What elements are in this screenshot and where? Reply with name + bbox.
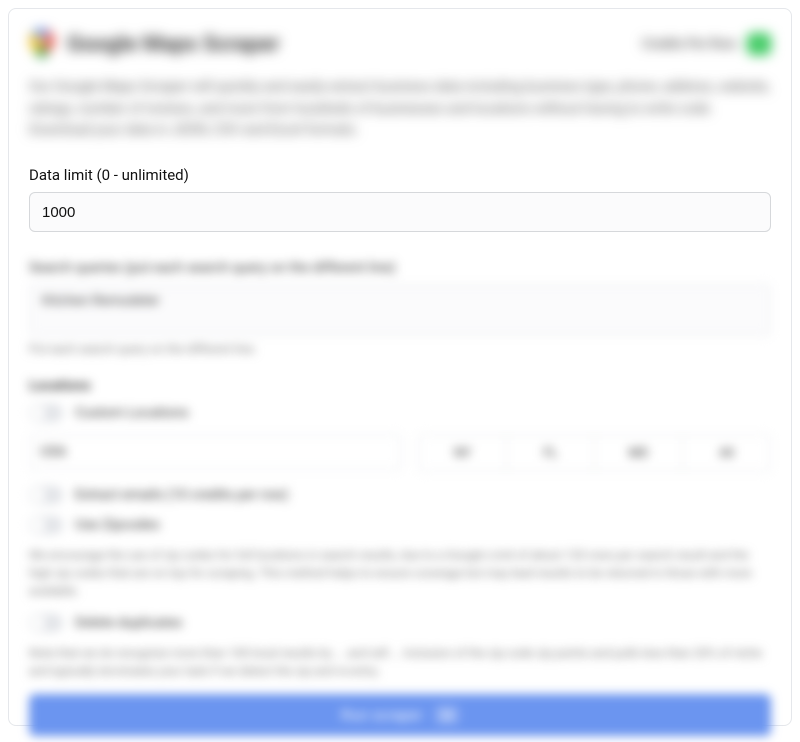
locations-section-label: Locations <box>29 378 771 394</box>
blurred-region: Search queries (put each search query on… <box>29 260 771 736</box>
delete-duplicates-label: Delete duplicates <box>75 615 182 631</box>
data-limit-label: Data limit (0 - unlimited) <box>29 166 771 184</box>
custom-locations-label: Custom Locations <box>75 405 189 421</box>
credits-label: Credits Per Row: <box>642 37 739 52</box>
country-select[interactable]: USA <box>29 434 402 470</box>
use-zipcodes-toggle[interactable] <box>29 516 63 534</box>
scraper-card: Google Maps Scraper Credits Per Row: 1 O… <box>8 8 792 726</box>
state-pill-group: NY FL MD All <box>418 434 771 472</box>
page-title: Google Maps Scraper <box>67 32 280 57</box>
custom-locations-row: Custom Locations <box>29 404 771 422</box>
run-scraper-button[interactable]: Run scraper 1k <box>29 694 771 736</box>
delete-duplicates-toggle[interactable] <box>29 614 63 632</box>
header-left: Google Maps Scraper <box>29 29 280 59</box>
data-limit-input[interactable] <box>29 192 771 232</box>
description-text: Our Google Maps Scraper will quickly and… <box>29 77 771 142</box>
extract-emails-toggle[interactable] <box>29 486 63 504</box>
search-queries-hint: Put each search query on the different l… <box>29 342 771 356</box>
data-limit-section: Data limit (0 - unlimited) <box>29 166 771 232</box>
use-zipcodes-row: Use Zipcodes <box>29 516 771 534</box>
run-button-badge: 1k <box>435 706 460 724</box>
state-pill[interactable]: All <box>683 435 770 471</box>
custom-locations-toggle[interactable] <box>29 404 63 422</box>
locations-row: USA NY FL MD All <box>29 434 771 472</box>
state-pill[interactable]: MD <box>595 435 683 471</box>
extract-emails-label: Extract emails (10 credits per row) <box>75 487 288 503</box>
use-zipcodes-label: Use Zipcodes <box>75 517 160 533</box>
credits-badge: 1 <box>747 33 771 55</box>
search-queries-value: Kitchen Remodeler <box>42 293 160 309</box>
zipcodes-description: We encourage the use of zip codes for fu… <box>29 546 771 600</box>
duplicates-description: Note that we do recognize more than 100 … <box>29 644 771 680</box>
search-queries-input[interactable]: Kitchen Remodeler <box>29 284 771 336</box>
state-pill[interactable]: FL <box>507 435 595 471</box>
google-maps-icon <box>29 29 55 59</box>
country-value: USA <box>40 444 67 460</box>
search-queries-label: Search queries (put each search query on… <box>29 260 771 276</box>
header: Google Maps Scraper Credits Per Row: 1 <box>29 29 771 59</box>
credits-per-row: Credits Per Row: 1 <box>642 33 771 55</box>
extract-emails-row: Extract emails (10 credits per row) <box>29 486 771 504</box>
delete-duplicates-row: Delete duplicates <box>29 614 771 632</box>
state-pill[interactable]: NY <box>419 435 507 471</box>
run-button-label: Run scraper <box>341 707 423 724</box>
